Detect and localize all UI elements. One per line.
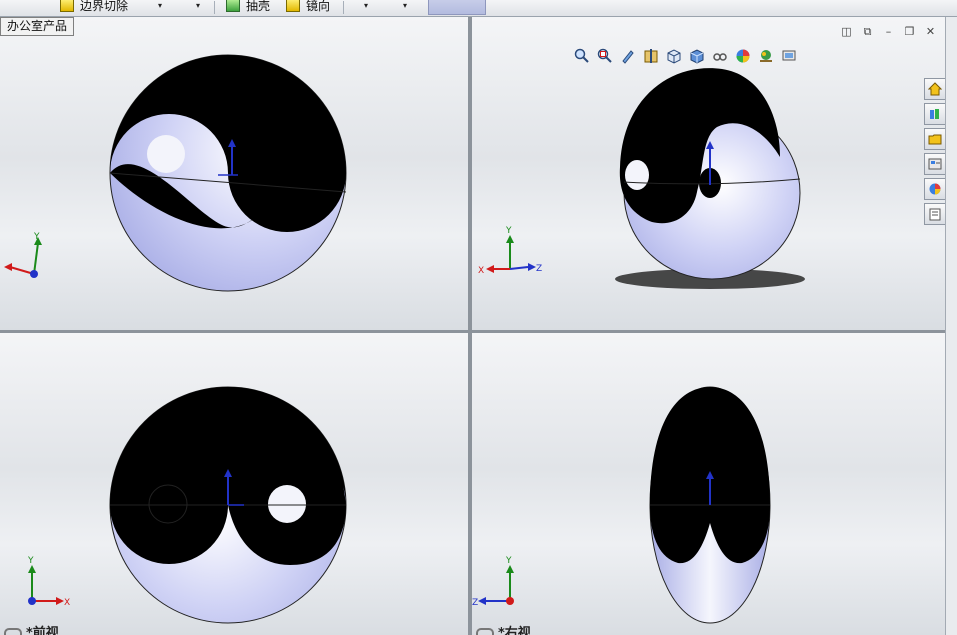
- edit-appearance-icon[interactable]: [733, 47, 752, 65]
- mirror-button[interactable]: 镜向: [286, 0, 330, 13]
- apply-scene-icon[interactable]: [756, 47, 775, 65]
- zoom-to-area-icon[interactable]: [595, 47, 614, 65]
- dropdown-arrow-icon[interactable]: ▾: [158, 1, 162, 10]
- model-yin-yang-ball-front[interactable]: Y X: [0, 333, 468, 635]
- triad-y-label: Y: [505, 226, 512, 236]
- coordinate-triad: Y: [4, 232, 42, 278]
- model-yin-yang-ball[interactable]: Y: [0, 17, 468, 330]
- view-settings-icon[interactable]: [779, 47, 798, 65]
- mirror-icon: [286, 0, 300, 12]
- task-pane-tabs: [924, 78, 946, 228]
- link-views-icon: [4, 627, 22, 635]
- triad-z-label: Z: [472, 598, 478, 608]
- zoom-to-fit-icon[interactable]: [572, 47, 591, 65]
- pressed-toolbar-button[interactable]: [428, 0, 486, 15]
- view-name-label: *右视: [476, 622, 531, 635]
- display-style-icon[interactable]: [687, 47, 706, 65]
- restore-icon[interactable]: ❐: [903, 26, 916, 37]
- task-pane-edge: [945, 17, 957, 635]
- coordinate-triad: Y Z: [472, 556, 514, 608]
- file-explorer-icon[interactable]: [924, 128, 946, 150]
- link-views-icon: [476, 627, 494, 635]
- design-library-icon[interactable]: [924, 103, 946, 125]
- dropdown-arrow-icon[interactable]: ▾: [364, 1, 368, 10]
- triad-x-label: X: [478, 266, 484, 276]
- view-name-label: *前视: [4, 622, 59, 635]
- triad-y-label: Y: [505, 556, 512, 566]
- toolbar-separator: [214, 1, 215, 14]
- appearances-icon[interactable]: [924, 178, 946, 200]
- dropdown-arrow-icon[interactable]: ▾: [403, 1, 407, 10]
- coordinate-triad: Y X: [27, 556, 70, 608]
- dropdown-arrow-icon[interactable]: ▾: [196, 1, 200, 10]
- custom-properties-icon[interactable]: [924, 203, 946, 225]
- shell-icon: [226, 0, 240, 12]
- viewport-window-controls: ◫ ⧉ – ❐ ✕: [840, 26, 937, 37]
- viewport-top-right[interactable]: ◫ ⧉ – ❐ ✕ Y X Z: [472, 17, 945, 330]
- toolbar-separator: [343, 1, 344, 14]
- view-orientation-icon[interactable]: [664, 47, 683, 65]
- boundary-cut-button[interactable]: 边界切除: [60, 0, 128, 13]
- triad-y-label: Y: [27, 556, 34, 566]
- previous-view-icon[interactable]: [618, 47, 637, 65]
- hide-show-icon[interactable]: [710, 47, 729, 65]
- triad-z-label: Z: [536, 264, 542, 274]
- shell-button[interactable]: 抽壳: [226, 0, 270, 13]
- command-toolbar: 边界切除 ▾ ▾ 抽壳 镜向 ▾ ▾: [0, 0, 957, 17]
- section-view-icon[interactable]: [641, 47, 660, 65]
- minimize-icon[interactable]: –: [882, 26, 895, 37]
- close-icon[interactable]: ✕: [924, 26, 937, 37]
- tile-horizontal-icon[interactable]: ⧉: [861, 26, 874, 37]
- view-palette-icon[interactable]: [924, 153, 946, 175]
- graphics-area: 办公室产品 Y ◫ ⧉ – ❐ ✕ Y X Z Y X *前视 Y Z *右视: [0, 17, 945, 635]
- triad-x-label: X: [64, 598, 70, 608]
- viewport-bottom-left[interactable]: Y X *前视: [0, 333, 468, 635]
- viewport-bottom-right[interactable]: Y Z *右视: [472, 333, 945, 635]
- coordinate-triad: Y X Z: [478, 226, 542, 276]
- home-icon[interactable]: [924, 78, 946, 100]
- boundary-cut-icon: [60, 0, 74, 12]
- triad-y-label: Y: [33, 232, 40, 242]
- viewport-top-left[interactable]: 办公室产品 Y: [0, 17, 468, 330]
- document-tab[interactable]: 办公室产品: [0, 17, 75, 36]
- model-yin-yang-ball-right[interactable]: Y Z: [472, 333, 945, 635]
- tile-vertical-icon[interactable]: ◫: [840, 26, 853, 37]
- heads-up-view-toolbar: [572, 47, 798, 65]
